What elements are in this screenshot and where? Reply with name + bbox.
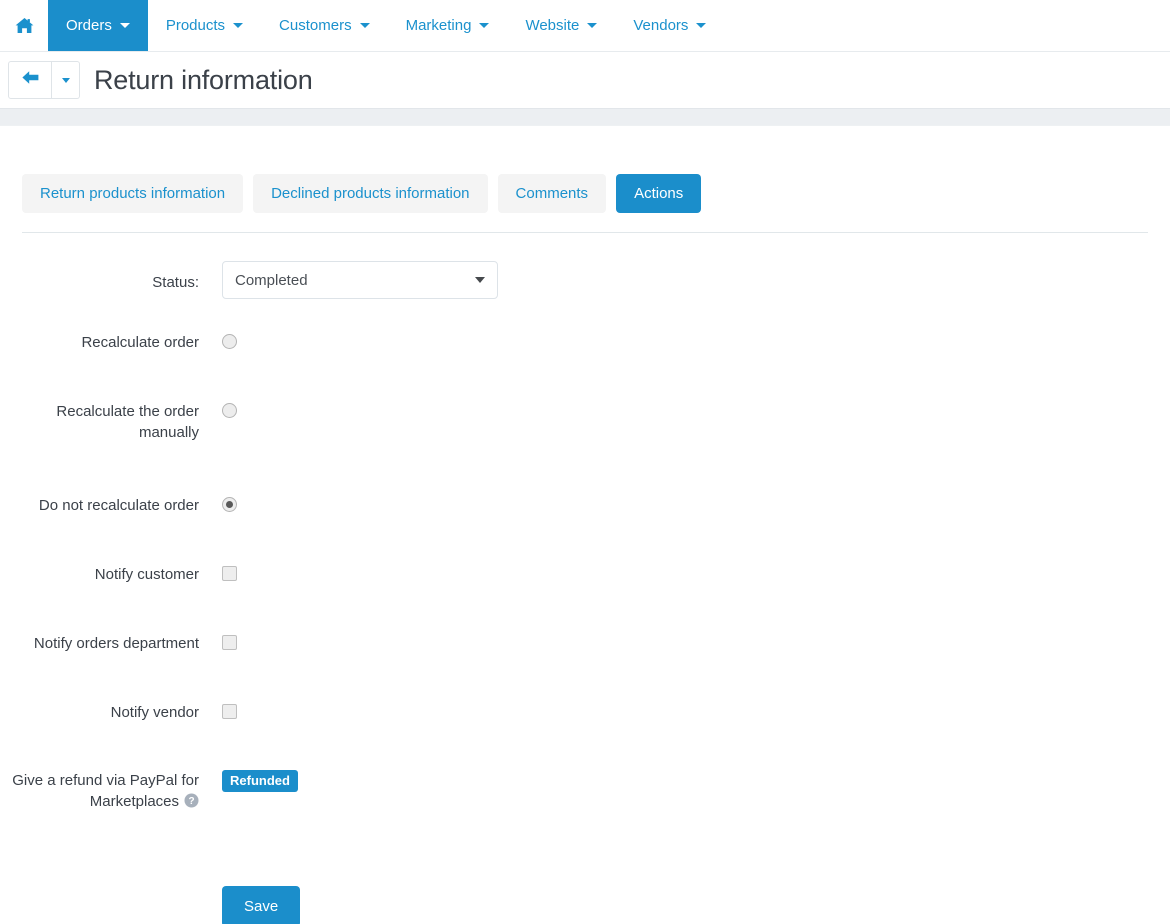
header-separator-band <box>0 108 1170 126</box>
recalculate-order-control <box>222 331 1170 354</box>
home-button[interactable] <box>0 0 48 51</box>
recalculate-order-label: Recalculate order <box>81 334 199 351</box>
do-not-recalculate-order-control <box>222 494 1170 517</box>
tab-return-products-information[interactable]: Return products information <box>22 174 244 213</box>
radio-recalculate-order-manually[interactable] <box>222 403 237 418</box>
chevron-down-icon <box>696 23 707 28</box>
radio-do-not-recalculate-order[interactable] <box>222 497 237 512</box>
nav-item-orders-label: Orders <box>66 17 112 34</box>
form-row-recalculate-order: Recalculate order <box>0 331 1170 400</box>
chevron-down-icon <box>479 23 490 28</box>
arrow-left-icon <box>21 70 40 90</box>
tab-declined-products-information[interactable]: Declined products information <box>253 174 488 213</box>
checkbox-notify-orders-department[interactable] <box>222 635 237 650</box>
back-button[interactable] <box>8 61 52 99</box>
save-control: Save <box>222 886 1170 924</box>
recalculate-order-manually-label: Recalculate the order manually <box>56 403 199 441</box>
form-row-do-not-recalculate-order: Do not recalculate order <box>0 494 1170 563</box>
form-row-notify-orders-department: Notify orders department <box>0 632 1170 701</box>
nav-item-customers-label: Customers <box>279 17 352 34</box>
notify-customer-control <box>222 563 1170 586</box>
radio-recalculate-order[interactable] <box>222 334 237 349</box>
tab-bar-wrapper: Return products information Declined pro… <box>0 126 1170 233</box>
notify-vendor-control <box>222 701 1170 724</box>
nav-item-customers[interactable]: Customers <box>261 0 388 51</box>
paypal-refund-label-wrap: Give a refund via PayPal for Marketplace… <box>0 770 222 814</box>
nav-item-products[interactable]: Products <box>148 0 261 51</box>
chevron-down-icon <box>61 77 70 83</box>
form-row-status: Status: Completed <box>0 261 1170 331</box>
tab-bar: Return products information Declined pro… <box>22 174 1170 213</box>
tab-label: Return products information <box>40 185 226 202</box>
back-dropdown-button[interactable] <box>52 61 80 99</box>
nav-item-products-label: Products <box>165 17 226 34</box>
nav-item-vendors[interactable]: Vendors <box>615 0 724 51</box>
form-row-notify-vendor: Notify vendor <box>0 701 1170 770</box>
chevron-down-icon <box>233 23 244 28</box>
top-navigation-bar: Orders Products Customers Marketing Webs… <box>0 0 1170 52</box>
page-header: Return information <box>0 52 1170 108</box>
notify-orders-department-control <box>222 632 1170 655</box>
tab-label: Declined products information <box>271 185 470 202</box>
chevron-down-icon <box>587 23 598 28</box>
svg-text:?: ? <box>188 796 194 807</box>
nav-item-orders[interactable]: Orders <box>48 0 148 51</box>
checkbox-notify-customer[interactable] <box>222 566 237 581</box>
chevron-down-icon <box>359 23 370 28</box>
status-label: Status: <box>152 274 199 291</box>
notify-customer-label: Notify customer <box>94 566 199 583</box>
save-button[interactable]: Save <box>222 886 301 924</box>
chevron-down-icon <box>119 23 130 28</box>
recalculate-order-manually-control <box>222 400 1170 423</box>
help-circle-icon[interactable]: ? <box>184 793 199 814</box>
page-title: Return information <box>94 64 313 95</box>
tab-label: Actions <box>634 185 684 202</box>
status-select[interactable]: Completed <box>222 261 498 299</box>
nav-item-vendors-label: Vendors <box>633 17 689 34</box>
actions-form: Status: Completed Recalculate order Reca… <box>0 233 1170 924</box>
paypal-refund-label: Give a refund via PayPal for Marketplace… <box>12 772 199 810</box>
nav-item-website[interactable]: Website <box>507 0 615 51</box>
form-row-save: Save <box>0 866 1170 924</box>
nav-item-marketing[interactable]: Marketing <box>388 0 508 51</box>
form-row-notify-customer: Notify customer <box>0 563 1170 632</box>
chevron-down-icon <box>475 277 485 283</box>
tab-actions[interactable]: Actions <box>616 174 702 213</box>
status-badge-refunded: Refunded <box>222 770 298 792</box>
form-row-paypal-refund: Give a refund via PayPal for Marketplace… <box>0 770 1170 866</box>
status-control: Completed <box>222 261 1170 299</box>
home-icon <box>15 17 34 34</box>
nav-item-marketing-label: Marketing <box>405 17 472 34</box>
tab-comments[interactable]: Comments <box>497 174 607 213</box>
tab-label: Comments <box>515 185 589 202</box>
paypal-refund-control: Refunded <box>222 770 1170 792</box>
notify-vendor-label: Notify vendor <box>110 704 199 721</box>
back-button-group <box>8 61 80 99</box>
notify-orders-department-label: Notify orders department <box>33 635 199 652</box>
nav-item-website-label: Website <box>525 17 580 34</box>
do-not-recalculate-order-label: Do not recalculate order <box>38 497 199 514</box>
checkbox-notify-vendor[interactable] <box>222 704 237 719</box>
form-row-recalculate-order-manually: Recalculate the order manually <box>0 400 1170 494</box>
status-select-value: Completed <box>235 271 308 289</box>
